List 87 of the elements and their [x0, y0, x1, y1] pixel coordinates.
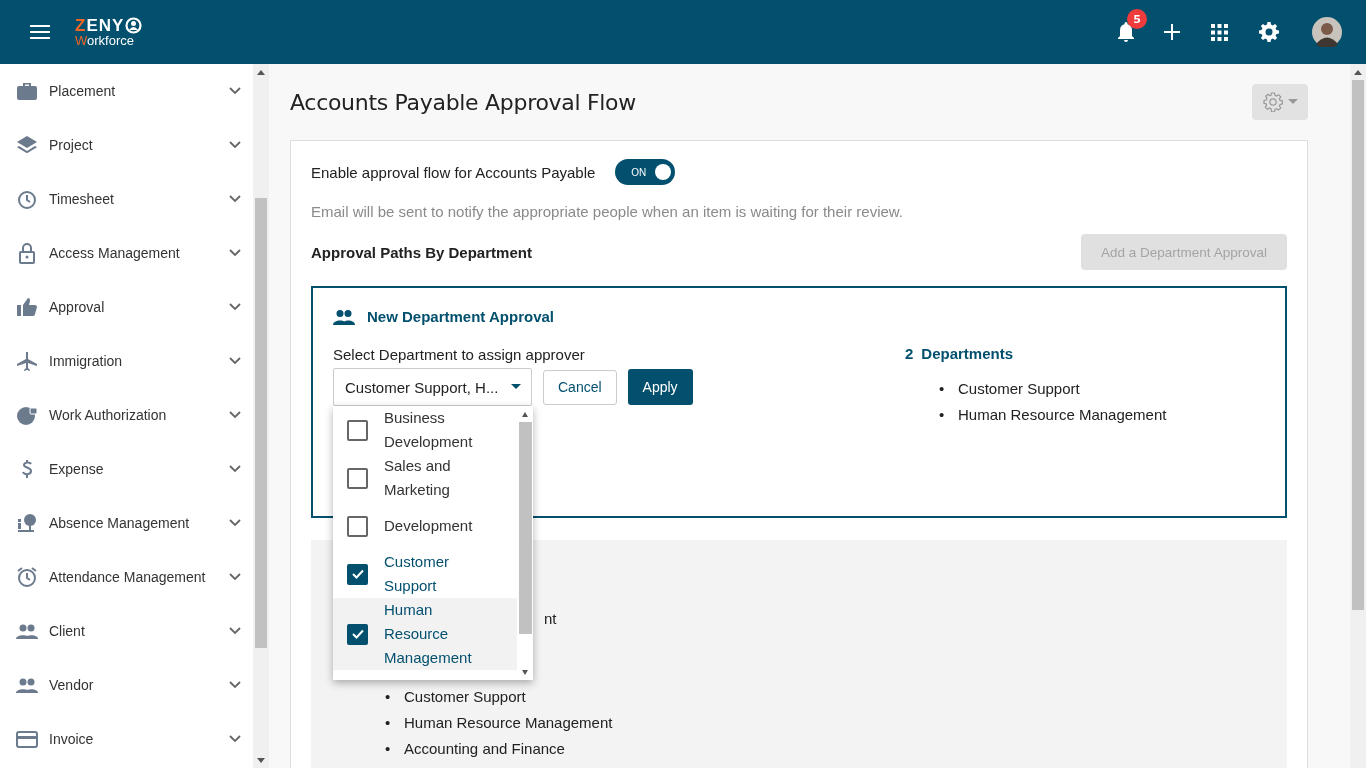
sidebar-item[interactable]: Absence Management: [0, 496, 253, 550]
sidebar-item[interactable]: Access Management: [0, 226, 253, 280]
sidebar-item[interactable]: Timesheet: [0, 172, 253, 226]
logo-text: ZENY: [75, 17, 125, 34]
chevron-down-icon: [229, 87, 241, 95]
apply-button[interactable]: Apply: [627, 369, 693, 405]
checkmark-icon: [351, 569, 364, 579]
alarm-clock-icon: [16, 566, 38, 588]
logo-subtitle: Workforce: [75, 34, 135, 47]
checkbox[interactable]: [347, 623, 368, 645]
lock-icon: [16, 242, 38, 264]
dropdown-option[interactable]: Development: [333, 502, 517, 550]
bullet: •: [939, 405, 946, 425]
sidebar-item[interactable]: Vendor: [0, 658, 253, 712]
checkbox[interactable]: [347, 419, 368, 441]
avatar-icon[interactable]: [1312, 17, 1342, 47]
chevron-down-icon: [229, 249, 241, 257]
thumbs-up-icon: [16, 296, 38, 318]
chevron-down-icon: [229, 465, 241, 473]
chevron-down-icon: [229, 141, 241, 149]
chevron-down-icon: [229, 411, 241, 419]
sidebar-item[interactable]: Expense: [0, 442, 253, 496]
bullet: •: [939, 379, 946, 399]
toggle-label: Enable approval flow for Accounts Payable: [311, 163, 596, 181]
apps-grid-icon[interactable]: [1211, 23, 1228, 41]
sidebar-item[interactable]: Project: [0, 118, 253, 172]
checkbox[interactable]: [347, 467, 368, 489]
logo-icon: [125, 17, 143, 34]
chevron-down-icon: [229, 573, 241, 581]
chevron-down-icon: [229, 303, 241, 311]
list-item: Human Resource Management: [404, 714, 613, 731]
toggle-switch[interactable]: ON: [615, 159, 676, 185]
bullet: •: [385, 739, 392, 759]
page-title: Accounts Payable Approval Flow: [290, 89, 636, 115]
count-label: Departments: [921, 345, 1014, 362]
people-icon: [333, 308, 355, 325]
sidebar-item[interactable]: Invoice: [0, 712, 253, 766]
list-item: Accounting and Finance: [404, 740, 565, 757]
credit-card-icon: [16, 728, 38, 750]
briefcase-icon: [16, 80, 38, 102]
settings-icon[interactable]: [1259, 22, 1279, 42]
chevron-down-icon: [229, 195, 241, 203]
bullet: •: [385, 687, 392, 707]
chevron-down-icon: [229, 681, 241, 689]
clock-icon: [16, 188, 38, 210]
department-count: 2: [905, 345, 914, 362]
airplane-icon: [16, 350, 38, 372]
gear-icon: [1262, 92, 1283, 112]
dropdown-option[interactable]: Sales and Marketing: [333, 454, 517, 502]
list-item: Human Resource Management: [958, 406, 1167, 423]
department-select[interactable]: Customer Support, H...: [333, 368, 532, 406]
chevron-down-icon: [229, 627, 241, 635]
scrollbar[interactable]: [253, 64, 269, 768]
checkbox[interactable]: [347, 515, 368, 537]
scrollbar[interactable]: [517, 406, 533, 680]
menu-icon[interactable]: [30, 25, 50, 39]
sidebar-item[interactable]: Client: [0, 604, 253, 658]
sidebar-item[interactable]: Work Authorization: [0, 388, 253, 442]
checkmark-icon: [351, 629, 364, 639]
bullet: •: [385, 713, 392, 733]
sidebar-item[interactable]: Approval: [0, 280, 253, 334]
chevron-down-icon: [229, 357, 241, 365]
person-icon: [16, 512, 38, 534]
checkbox[interactable]: [347, 563, 368, 585]
dropdown-option[interactable]: Customer Support: [333, 550, 517, 598]
sidebar-item[interactable]: Placement: [0, 64, 253, 118]
list-item: Customer Support: [958, 380, 1080, 397]
sidebar-item[interactable]: Immigration: [0, 334, 253, 388]
caret-icon: [1287, 99, 1298, 105]
layers-icon: [16, 134, 38, 156]
notification-badge: 5: [1127, 9, 1147, 29]
section-title: Approval Paths By Department: [311, 243, 532, 261]
field-label: Select Department to assign approver: [333, 346, 585, 363]
panel-title: New Department Approval: [367, 308, 554, 325]
dropdown-option[interactable]: Business Development: [333, 406, 517, 454]
sidebar-item[interactable]: Attendance Management: [0, 550, 253, 604]
bell-icon[interactable]: [1116, 21, 1136, 43]
chevron-down-icon: [229, 519, 241, 527]
dropdown-option[interactable]: Human Resource Management: [333, 598, 517, 670]
plus-icon[interactable]: [1164, 24, 1180, 40]
list-item: Customer Support: [404, 688, 526, 705]
chevron-down-icon: [229, 735, 241, 743]
caret-icon: [511, 384, 521, 390]
scrollbar[interactable]: [1350, 64, 1366, 768]
list-item: nt: [544, 609, 557, 629]
cancel-button[interactable]: Cancel: [543, 369, 617, 405]
info-text: Email will be sent to notify the appropriate people when an item is waiting for their review.: [311, 203, 904, 220]
